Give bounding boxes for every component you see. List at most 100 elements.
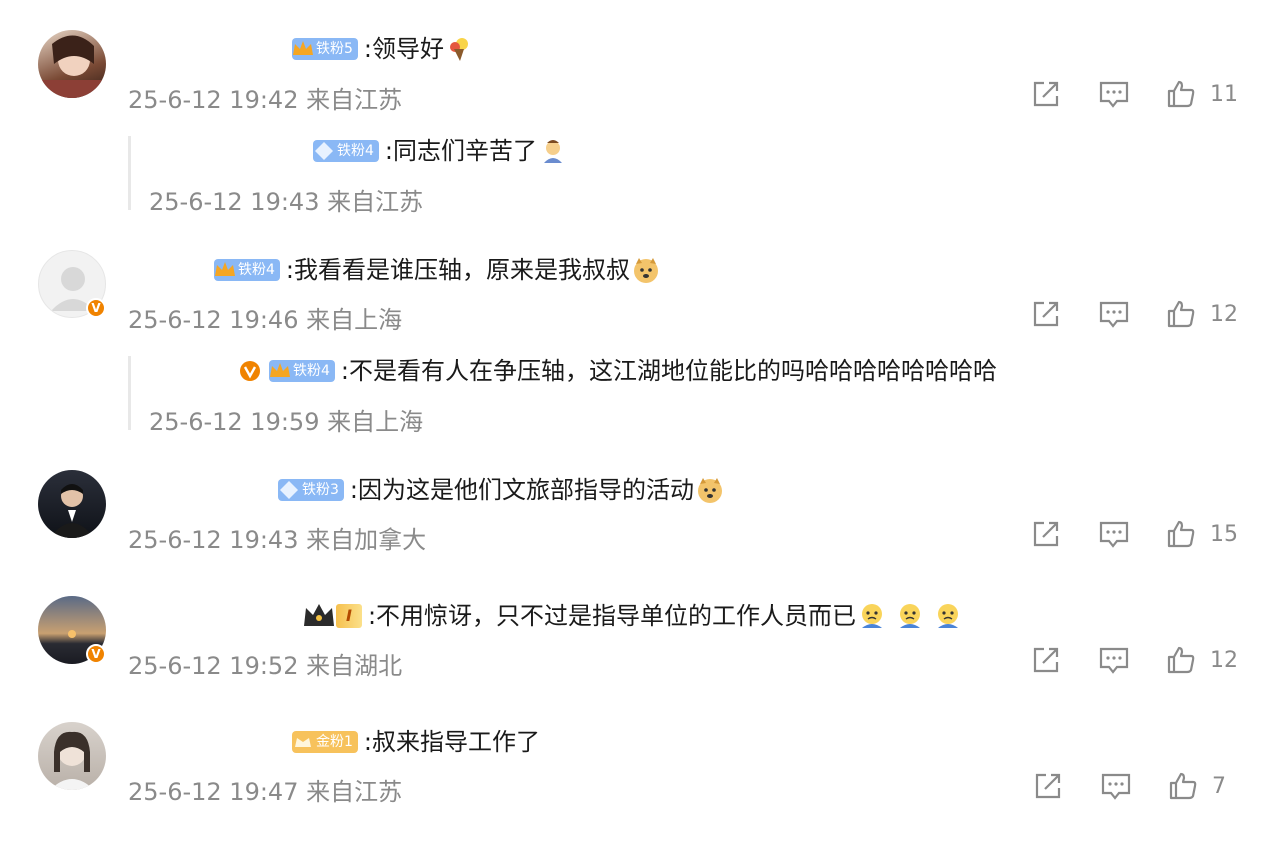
avatar[interactable]	[38, 722, 106, 790]
comment-button[interactable]	[1098, 78, 1130, 110]
share-icon	[1035, 773, 1061, 799]
like-count: 11	[1210, 81, 1238, 107]
like-count: 12	[1210, 301, 1238, 327]
comment-text: :不用惊讶，只不过是指导单位的工作人员而已	[367, 602, 857, 630]
fan-badge-label: 铁粉3	[302, 482, 339, 498]
share-button[interactable]	[1030, 298, 1062, 330]
share-button[interactable]	[1030, 644, 1062, 676]
like-count: 15	[1210, 521, 1238, 547]
comment-actions: 12	[994, 298, 1238, 330]
comment-actions: 15	[994, 518, 1238, 550]
comment-actions: 12	[994, 644, 1238, 676]
bouquet-emoji-icon	[450, 38, 469, 61]
comment-button[interactable]	[1098, 644, 1130, 676]
like-count: 12	[1210, 647, 1238, 673]
fan-badge-label: 铁粉4	[293, 363, 330, 379]
verified-v-icon	[240, 361, 260, 381]
comment-button[interactable]	[1100, 770, 1132, 802]
comment-icon	[1099, 301, 1129, 328]
comment-text: :因为这是他们文旅部指导的活动	[349, 476, 695, 504]
reply-block: 铁粉4 :同志们辛苦了 25-6-12 19:43 来自江苏	[128, 136, 563, 216]
crown-icon	[270, 363, 290, 377]
fan-badge[interactable]: 铁粉4	[214, 259, 280, 281]
like-button[interactable]: 15	[1166, 519, 1238, 549]
gold-fan-icon	[295, 738, 311, 747]
crying-emoji-icon	[900, 604, 921, 628]
reply-text-line: 铁粉4 :同志们辛苦了	[313, 136, 567, 166]
fan-badge-label: 金粉1	[316, 734, 353, 750]
comment-list: 铁粉5 :领导好 25-6-12 19:42 来自江苏 11 铁粉4:同志们辛…	[0, 0, 1278, 846]
share-icon	[1033, 521, 1059, 547]
fan-badge[interactable]: 铁粉4	[313, 140, 379, 162]
thumbs-up-icon	[1167, 646, 1195, 674]
comment-meta: 25-6-12 19:42 来自江苏	[128, 86, 403, 114]
comment-text-line: 金粉1 :叔来指导工作了	[292, 727, 540, 757]
comment-actions: 11	[994, 78, 1238, 110]
comment-button[interactable]	[1098, 298, 1130, 330]
vip-badge[interactable]: I	[302, 602, 362, 630]
thumbs-up-icon	[1169, 772, 1197, 800]
comment-meta: 25-6-12 19:52 来自湖北	[128, 652, 403, 680]
like-button[interactable]: 12	[1166, 645, 1238, 675]
avatar[interactable]	[38, 470, 106, 538]
comment-meta: 25-6-12 19:46 来自上海	[128, 306, 403, 334]
comment-text-line: 铁粉3 :因为这是他们文旅部指导的活动	[278, 475, 724, 505]
crown-icon	[293, 41, 313, 55]
reply-text: :同志们辛苦了	[384, 137, 538, 165]
reply-meta: 25-6-12 19:43 来自江苏	[149, 188, 424, 216]
comment-text-line: 铁粉5 :领导好	[292, 34, 474, 64]
share-button[interactable]	[1030, 78, 1062, 110]
verified-badge-icon: V	[86, 298, 106, 318]
comment-actions: 7	[996, 770, 1238, 802]
share-icon	[1033, 301, 1059, 327]
comment-icon	[1101, 773, 1131, 800]
avatar-image	[38, 35, 106, 98]
comment-icon	[1099, 521, 1129, 548]
comment-meta: 25-6-12 19:43 来自加拿大	[128, 526, 427, 554]
saluting-person-emoji-icon	[544, 140, 563, 163]
comment-button[interactable]	[1098, 518, 1130, 550]
like-button[interactable]: 12	[1166, 299, 1238, 329]
thumbs-up-icon	[1167, 80, 1195, 108]
share-icon	[1033, 81, 1059, 107]
like-button[interactable]: 7	[1168, 771, 1238, 801]
share-button[interactable]	[1030, 518, 1062, 550]
share-icon	[1033, 647, 1059, 673]
fan-badge-label: 铁粉4	[238, 262, 275, 278]
vip-crown-icon	[304, 604, 334, 626]
comment-text-line: I :不用惊讶，只不过是指导单位的工作人员而已	[302, 601, 962, 631]
crying-emoji-icon	[862, 604, 883, 628]
comment-text: :领导好	[363, 35, 445, 63]
avatar-image	[50, 731, 94, 790]
reply-text: :不是看有人在争压轴，这江湖地位能比的吗哈哈哈哈哈哈哈哈	[340, 357, 998, 385]
share-button[interactable]	[1032, 770, 1064, 802]
fan-badge-label: 铁粉5	[316, 41, 353, 57]
comment-icon	[1099, 647, 1129, 674]
crown-icon	[215, 262, 235, 276]
fan-badge[interactable]: 铁粉4	[269, 360, 335, 382]
reply-text-line: 铁粉4 :不是看有人在争压轴，这江湖地位能比的吗哈哈哈哈哈哈哈哈	[239, 356, 997, 386]
diamond-icon	[280, 481, 298, 499]
fan-badge[interactable]: 铁粉5	[292, 38, 358, 60]
vip-level-label: I	[336, 604, 362, 628]
thumbs-up-icon	[1167, 520, 1195, 548]
doge-emoji-icon	[698, 478, 723, 503]
verified-badge-icon: V	[86, 644, 106, 664]
avatar[interactable]	[38, 30, 106, 98]
comment-text: :叔来指导工作了	[363, 728, 541, 756]
like-button[interactable]: 11	[1166, 79, 1238, 109]
thumbs-up-icon	[1167, 300, 1195, 328]
doge-emoji-icon	[634, 258, 659, 283]
fan-badge-label: 铁粉4	[337, 143, 374, 159]
comment-icon	[1099, 81, 1129, 108]
fan-badge[interactable]: 金粉1	[292, 731, 358, 753]
reply-block: 铁粉4 :不是看有人在争压轴，这江湖地位能比的吗哈哈哈哈哈哈哈哈 25-6-12…	[128, 356, 997, 436]
comment-text-line: 铁粉4 :我看看是谁压轴，原来是我叔叔	[214, 255, 660, 285]
comment-text: :我看看是谁压轴，原来是我叔叔	[285, 256, 631, 284]
crying-emoji-icon	[938, 604, 959, 628]
comment-meta: 25-6-12 19:47 来自江苏	[128, 778, 403, 806]
avatar-image	[50, 484, 94, 538]
like-count: 7	[1212, 773, 1226, 799]
fan-badge[interactable]: 铁粉3	[278, 479, 344, 501]
diamond-icon	[315, 142, 333, 160]
